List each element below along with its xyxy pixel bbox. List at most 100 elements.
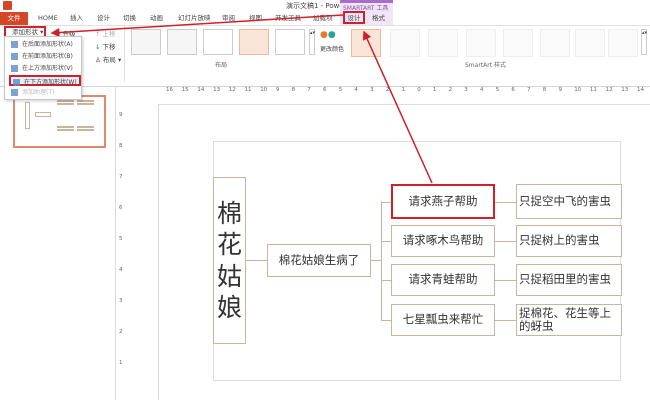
diagram-helper-node[interactable]: 请求啄木鸟帮助 (391, 225, 495, 257)
tab-smartart-design[interactable]: 设计 (343, 11, 365, 24)
menu-item-1[interactable]: 在前面添加形状(B) (9, 51, 81, 62)
diagram-result-node[interactable]: 只捉稻田里的害虫 (516, 264, 622, 296)
connector (495, 320, 516, 321)
connector (371, 260, 381, 261)
tab-developer[interactable]: 开发工具 (275, 12, 301, 25)
layout-option-2[interactable] (167, 29, 197, 55)
style-option-4[interactable] (466, 29, 496, 57)
style-option-8[interactable] (608, 29, 638, 57)
diagram-result-node[interactable]: 只捉树上的害虫 (516, 225, 622, 257)
connector (381, 280, 391, 281)
ruler-tick-label: 4 (480, 87, 484, 93)
tab-animations[interactable]: 动画 (150, 12, 163, 25)
tab-design[interactable]: 设计 (97, 12, 110, 25)
ruler-tick-label: 8 (542, 87, 547, 93)
change-colors-button[interactable]: 更改颜色 (320, 44, 344, 53)
layout-option-4-selected[interactable] (239, 29, 269, 55)
horizontal-ruler: 16 15 14 13 12 11 10 9 8 7 6 5 4 3 2 1 0 1 2 3 4 5 6 7 8 9 10 11 12 1… (160, 87, 650, 95)
menu-item-label: 在上方添加形状(V) (22, 65, 73, 72)
style-option-3[interactable] (428, 29, 458, 57)
ruler-tick-label: 6 (511, 87, 515, 93)
move-down-button[interactable]: ↓ 下移 (95, 41, 116, 51)
connector (246, 260, 267, 261)
ruler-tick-label: 1 (401, 87, 406, 93)
connector (381, 241, 391, 242)
diagram-result-node[interactable]: 只捉空中飞的害虫 (516, 184, 622, 219)
ruler-tick-label: 2 (448, 87, 453, 93)
tab-home[interactable]: HOME (38, 12, 58, 25)
ruler-tick-label: 7 (527, 87, 531, 93)
add-shape-dropdown-menu: 在后面添加形状(A) 在前面添加形状(B) 在上方添加形状(V) 在下方添加形状(W)… (4, 36, 82, 100)
diagram-result-node[interactable]: 捉棉花、花生等上的蚜虫 (516, 304, 622, 336)
slide-thumbnail-pane (0, 87, 116, 400)
add-shape-icon (11, 53, 18, 60)
add-shape-label: 添加形状 (12, 28, 38, 36)
thumb-shape (25, 102, 30, 129)
thumb-shape (57, 100, 74, 131)
ruler-tick-label: 5 (338, 87, 343, 93)
ruler-tick-label: 2 (119, 329, 123, 335)
style-option-6[interactable] (540, 29, 570, 57)
connector (495, 241, 516, 242)
ruler-tick-label: 3 (119, 298, 123, 304)
layout-option-3[interactable] (203, 29, 233, 55)
ruler-tick-label: 12 (605, 87, 613, 93)
ruler-tick-label: 12 (228, 87, 236, 93)
ruler-tick-label: 10 (574, 87, 582, 93)
tab-slideshow[interactable]: 幻灯片放映 (178, 12, 211, 25)
connector (495, 280, 516, 281)
menu-item-2[interactable]: 在上方添加形状(V) (9, 63, 81, 74)
layout-option-5[interactable] (275, 29, 305, 55)
ruler-tick-label: 9 (558, 87, 563, 93)
tab-review[interactable]: 审阅 (222, 12, 235, 25)
move-up-button[interactable]: ↑ 上移 (95, 28, 116, 38)
style-option-1-selected[interactable] (351, 29, 381, 57)
tab-format[interactable]: 格式 (372, 12, 385, 25)
change-colors-icon: ●● (320, 30, 336, 40)
layout-button[interactable]: ♙ 布局 ▾ (95, 54, 121, 64)
ruler-tick-label: 1 (119, 360, 123, 366)
menu-item-label: 在下方添加形状(W) (24, 79, 77, 86)
layout-option-1[interactable] (131, 29, 161, 55)
menu-item-0[interactable]: 在后面添加形状(A) (9, 39, 81, 50)
diagram-level1-node[interactable]: 棉花姑娘生病了 (267, 244, 371, 277)
thumb-shape (77, 100, 94, 131)
ruler-tick-label: 3 (464, 87, 468, 93)
layout-gallery-scroll[interactable]: ▴▾ (309, 29, 315, 55)
connector (381, 201, 382, 320)
tab-insert[interactable]: 插入 (70, 12, 83, 25)
style-gallery-scroll[interactable]: ▴▾ (641, 29, 647, 55)
style-option-5[interactable] (503, 29, 533, 57)
ruler-tick-label: 1 (432, 87, 437, 93)
ruler-tick-label: 13 (213, 87, 221, 93)
layout-label: 布局 (102, 56, 116, 64)
ruler-tick-label: 11 (589, 87, 597, 93)
diagram-helper-node[interactable]: 请求燕子帮助 (391, 184, 495, 219)
diagram-helper-node[interactable]: 七星瓢虫来帮忙 (391, 304, 495, 336)
style-option-2[interactable] (390, 29, 420, 57)
diagram-helper-node[interactable]: 请求青蛙帮助 (391, 264, 495, 296)
ruler-tick-label: 9 (119, 112, 123, 118)
ruler-tick-label: 8 (119, 143, 123, 149)
slide-thumbnail-1[interactable] (13, 95, 106, 148)
ruler-tick-label: 13 (621, 87, 629, 93)
add-shape-icon (11, 89, 18, 96)
ruler-tick-label: 7 (307, 87, 311, 93)
ruler-tick-label: 10 (260, 87, 268, 93)
group-layout-label: 布局 (215, 62, 228, 69)
ribbon: 添加形状 ▾ ← 升级 ↑ 上移 ↓ 下移 ♙ 布局 ▾ ▴▾ 布局 ●● 更改… (0, 25, 650, 87)
ruler-tick-label: 0 (417, 87, 421, 93)
tab-addins[interactable]: 加载项 (313, 12, 333, 25)
style-option-7[interactable] (575, 29, 605, 57)
tab-view[interactable]: 视图 (249, 12, 262, 25)
tab-transitions[interactable]: 切换 (123, 12, 136, 25)
menu-item-3[interactable]: 在下方添加形状(W) (9, 75, 81, 86)
ruler-tick-label: 2 (385, 87, 390, 93)
ruler-tick-label: 6 (119, 205, 123, 211)
ruler-tick-label: 16 (166, 87, 173, 93)
group-styles-label: SmartArt 样式 (465, 62, 506, 69)
tab-file[interactable]: 文件 (0, 12, 28, 25)
diagram-root-node[interactable]: 棉花姑娘 (213, 177, 246, 344)
ruler-tick-label: 7 (119, 174, 123, 180)
vertical-ruler: 9 8 7 6 5 4 3 2 1 (118, 100, 126, 400)
